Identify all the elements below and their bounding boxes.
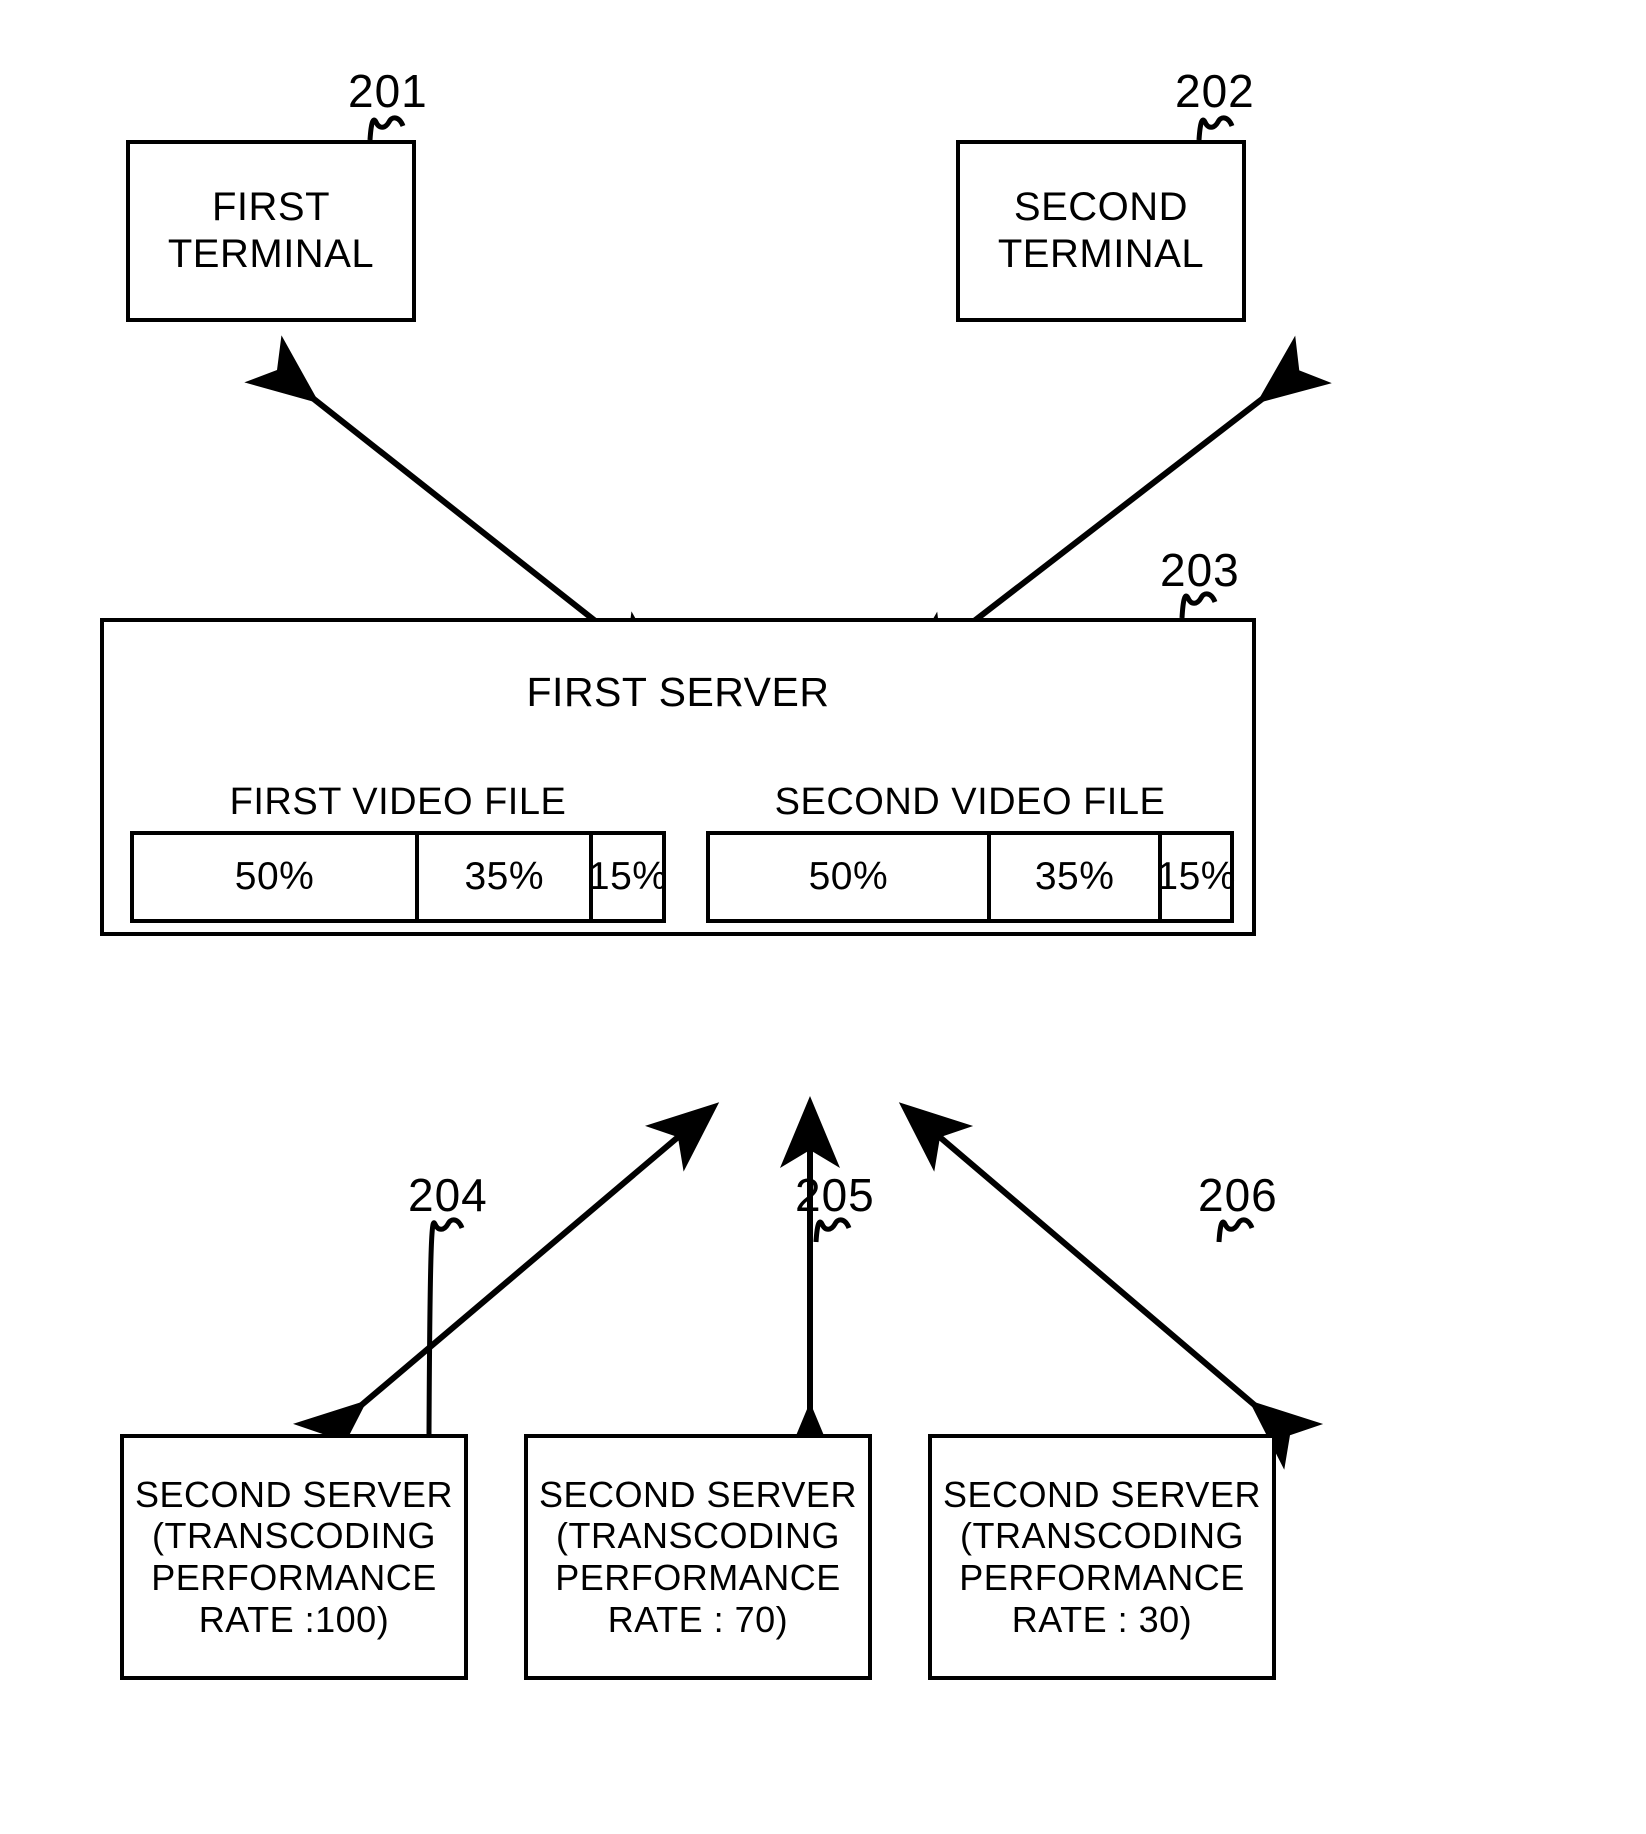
arrow-first-server-second-server-206 (898, 1102, 1324, 1470)
second-server-box-204: SECOND SERVER (TRANSCODING PERFORMANCE R… (120, 1434, 468, 1680)
first-terminal-label-line-2: TERMINAL (167, 232, 375, 276)
second-server-205-line-4: RATE : 70) (607, 1598, 789, 1640)
second-server-206-line-3: PERFORMANCE (959, 1557, 1245, 1598)
ref-numeral-206: 206 (1198, 1169, 1278, 1221)
leader-205 (813, 1217, 852, 1243)
second-video-file-group: SECOND VIDEO FILE 50% 35% 15% (706, 780, 1236, 923)
second-server-box-205: SECOND SERVER (TRANSCODING PERFORMANCE R… (524, 1434, 872, 1680)
ref-numeral-203: 203 (1160, 544, 1240, 596)
first-server-box: FIRST SERVER FIRST VIDEO FILE 50% 35% 15… (100, 618, 1256, 936)
second-server-204-line-3: PERFORMANCE (151, 1557, 437, 1598)
first-terminal-label-line-1: FIRST (211, 184, 331, 229)
leader-202 (1196, 115, 1235, 141)
ref-numeral-205: 205 (795, 1169, 875, 1221)
second-server-205-line-1: SECOND SERVER (539, 1473, 857, 1515)
leader-201 (367, 115, 406, 141)
second-server-204-line-4: RATE :100) (198, 1598, 390, 1640)
first-video-file-group: FIRST VIDEO FILE 50% 35% 15% (130, 780, 668, 923)
leader-203 (1179, 591, 1218, 619)
first-video-file-bar: 50% 35% 15% (130, 830, 668, 923)
second-server-206-line-4: RATE : 30) (1011, 1598, 1193, 1640)
leader-206 (1216, 1217, 1255, 1243)
first-video-file-segment-2: 35% (419, 834, 594, 919)
first-server-title: FIRST SERVER (526, 669, 830, 715)
second-video-file-bar: 50% 35% 15% (706, 830, 1236, 923)
first-video-file-segment-1: 50% (134, 834, 420, 919)
second-server-204-line-1: SECOND SERVER (135, 1473, 453, 1515)
second-server-206-line-2: (TRANSCODING (960, 1515, 1244, 1557)
second-server-206-line-1: SECOND SERVER (943, 1473, 1261, 1515)
arrow-first-server-second-server-204 (292, 1102, 720, 1470)
second-server-205-line-3: PERFORMANCE (555, 1557, 841, 1598)
ref-numeral-201: 201 (348, 65, 428, 117)
ref-numeral-204: 204 (408, 1169, 488, 1221)
first-terminal-box: FIRST TERMINAL (126, 140, 416, 322)
second-terminal-label-line-1: SECOND (1013, 184, 1189, 229)
second-video-file-segment-2: 35% (991, 834, 1163, 919)
second-terminal-label-line-2: TERMINAL (997, 232, 1205, 276)
second-video-file-segment-1: 50% (710, 834, 991, 919)
second-server-205-line-2: (TRANSCODING (556, 1515, 840, 1557)
second-terminal-box: SECOND TERMINAL (956, 140, 1246, 322)
second-server-box-206: SECOND SERVER (TRANSCODING PERFORMANCE R… (928, 1434, 1276, 1680)
second-video-file-segment-3: 15% (1156, 854, 1236, 898)
ref-numeral-202: 202 (1175, 65, 1255, 117)
first-video-file-segment-3: 15% (587, 854, 668, 898)
second-server-204-line-2: (TRANSCODING (152, 1515, 436, 1557)
first-video-file-label: FIRST VIDEO FILE (229, 781, 567, 823)
second-video-file-label: SECOND VIDEO FILE (774, 781, 1166, 823)
